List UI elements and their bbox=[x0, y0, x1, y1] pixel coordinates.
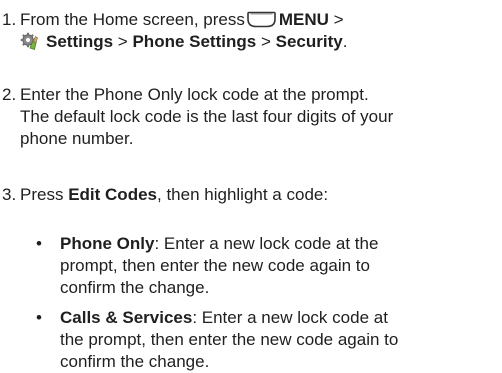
step-3-number: 3. bbox=[2, 185, 17, 204]
step-2-line-2: The default lock code is the last four d… bbox=[20, 107, 394, 126]
settings-label: Settings bbox=[46, 32, 114, 51]
phone-settings-label: Phone Settings bbox=[132, 32, 257, 51]
edit-codes-label: Edit Codes bbox=[68, 185, 157, 204]
menu-softkey-icon bbox=[247, 11, 276, 28]
bullet-phone-only-term: Phone Only bbox=[60, 234, 155, 253]
settings-gear-icon bbox=[20, 32, 38, 51]
step-2-line-1: Enter the Phone Only lock code at the pr… bbox=[20, 85, 369, 104]
bullet-calls-services-term: Calls & Services bbox=[60, 308, 193, 327]
bullet-phone-only-rest: : Enter a new lock code at the bbox=[154, 234, 379, 253]
bullet-calls-services-line-3: confirm the change. bbox=[60, 352, 210, 371]
step-1-line-1: From the Home screen, press MENU > bbox=[20, 9, 502, 31]
settings-separator: > bbox=[117, 32, 128, 51]
bullet-dot: • bbox=[36, 234, 42, 253]
step-3-press: Press bbox=[20, 185, 64, 204]
bullet-calls-services-text: Calls & Services: Enter a new lock code … bbox=[60, 307, 502, 373]
step-3-text: Press Edit Codes, then highlight a code: bbox=[20, 184, 502, 206]
phone-settings-separator: > bbox=[260, 32, 271, 51]
bullet-calls-services-line-1: Calls & Services: Enter a new lock code … bbox=[60, 307, 502, 329]
step-1-line-2: Settings > Phone Settings > Security. bbox=[20, 31, 502, 53]
step-2-line-3: phone number. bbox=[20, 129, 134, 148]
bullet-phone-only-line-1: Phone Only: Enter a new lock code at the bbox=[60, 233, 502, 255]
step-2-number: 2. bbox=[2, 85, 17, 104]
step-3-rest: , then highlight a code: bbox=[157, 185, 329, 204]
step-1-text: From the Home screen, press MENU > Settin… bbox=[20, 9, 502, 53]
step-1-number: 1. bbox=[2, 10, 17, 29]
step-1-end: . bbox=[342, 32, 348, 51]
menu-separator: > bbox=[333, 10, 344, 29]
menu-label: MENU bbox=[278, 10, 329, 29]
bullet-calls-services-rest: : Enter a new lock code at bbox=[192, 308, 388, 327]
bullet-phone-only-line-2: prompt, then enter the new code again to bbox=[60, 256, 370, 275]
instructions-document: 1. From the Home screen, press MENU > Set… bbox=[0, 0, 502, 371]
bullet-dot: • bbox=[36, 308, 42, 327]
security-label: Security bbox=[275, 32, 343, 51]
bullet-calls-services-line-2: the prompt, then enter the new code agai… bbox=[60, 330, 399, 349]
step-1-intro: From the Home screen, press bbox=[20, 10, 245, 29]
step-3-line-1: Press Edit Codes, then highlight a code: bbox=[20, 184, 502, 206]
bullet-phone-only-line-3: confirm the change. bbox=[60, 278, 210, 297]
step-2-text: Enter the Phone Only lock code at the pr… bbox=[20, 84, 502, 150]
bullet-phone-only-text: Phone Only: Enter a new lock code at the… bbox=[60, 233, 502, 299]
